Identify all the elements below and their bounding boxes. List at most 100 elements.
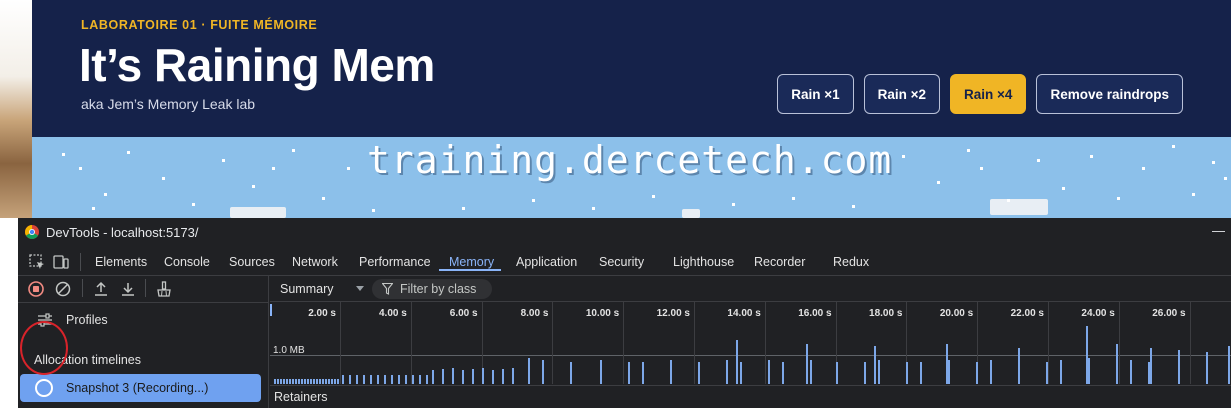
tab-redux[interactable]: Redux: [833, 255, 869, 269]
allocation-bar: [304, 379, 306, 384]
allocation-bar: [528, 358, 530, 384]
allocation-bar: [391, 375, 393, 384]
upload-icon[interactable]: [92, 280, 110, 298]
tab-application[interactable]: Application: [516, 255, 577, 269]
raindrop: [104, 193, 107, 196]
raindrop: [1142, 167, 1145, 170]
allocation-bar: [736, 340, 738, 384]
record-stop-icon[interactable]: [27, 280, 45, 298]
allocation-bar: [289, 379, 291, 384]
raindrop: [1037, 159, 1040, 162]
raindrop: [272, 167, 275, 170]
raindrop: [1117, 197, 1120, 200]
watermark-text: training.dercetech.com: [367, 138, 893, 182]
profiles-sidebar: Profiles Allocation timelines Snapshot 3…: [18, 275, 269, 408]
app-header: LABORATOIRE 01 · FUITE MÉMOIRE It’s Rain…: [32, 0, 1231, 137]
allocation-bar: [990, 360, 992, 384]
timeline-tick-label: 10.00 s: [585, 308, 620, 319]
allocation-bar: [419, 375, 421, 384]
tab-performance[interactable]: Performance: [359, 255, 431, 269]
raindrop: [980, 167, 983, 170]
allocation-bar: [370, 375, 372, 384]
allocation-bar: [920, 362, 922, 384]
selection-marker[interactable]: [270, 304, 272, 316]
tab-sources[interactable]: Sources: [229, 255, 275, 269]
tab-security[interactable]: Security: [599, 255, 644, 269]
chevron-down-icon[interactable]: [356, 286, 364, 291]
allocation-bar: [836, 362, 838, 384]
allocation-bar: [334, 379, 336, 384]
tab-recorder[interactable]: Recorder: [754, 255, 805, 269]
tab-network[interactable]: Network: [292, 255, 338, 269]
allocation-bar: [976, 362, 978, 384]
timeline-tick: [1048, 302, 1049, 384]
device-toolbar-icon[interactable]: [52, 253, 70, 271]
raindrop: [222, 159, 225, 162]
allocation-bar: [412, 375, 414, 384]
timeline-tick-label: 20.00 s: [939, 308, 974, 319]
cloud: [990, 199, 1048, 215]
allocation-bar: [570, 362, 572, 384]
allocation-bar: [1086, 326, 1088, 384]
raindrop: [162, 177, 165, 180]
rain-x4-button[interactable]: Rain ×4: [950, 74, 1027, 114]
raindrop: [192, 203, 195, 206]
lab-kicker: LABORATOIRE 01 · FUITE MÉMOIRE: [81, 18, 318, 32]
filter-icon: [382, 283, 393, 295]
allocation-bar: [301, 379, 303, 384]
page-title: It’s Raining Mem: [79, 39, 435, 91]
raindrop: [852, 205, 855, 208]
allocation-bar: [628, 362, 630, 384]
remove-raindrops-button[interactable]: Remove raindrops: [1036, 74, 1183, 114]
allocation-bar: [726, 360, 728, 384]
allocation-bar: [292, 379, 294, 384]
garbage-collect-icon[interactable]: [155, 280, 173, 298]
filter-input[interactable]: Filter by class: [372, 279, 492, 299]
raindrop: [62, 153, 65, 156]
allocation-bar: [319, 379, 321, 384]
profiles-heading: Profiles: [66, 313, 108, 327]
tab-lighthouse[interactable]: Lighthouse: [673, 255, 734, 269]
devtools-window: DevTools - localhost:5173/ — Elements Co…: [18, 218, 1231, 408]
allocation-bar: [810, 360, 812, 384]
view-select[interactable]: Summary: [280, 282, 370, 300]
allocation-bar: [492, 370, 494, 384]
allocation-bar: [307, 379, 309, 384]
allocation-bar: [698, 362, 700, 384]
allocation-bar: [462, 370, 464, 384]
allocation-bar: [1088, 358, 1090, 384]
active-tab-indicator: [439, 269, 501, 271]
allocation-bar: [740, 362, 742, 384]
page-subtitle: aka Jem’s Memory Leak lab: [81, 96, 256, 112]
tab-elements[interactable]: Elements: [95, 255, 147, 269]
minimize-icon[interactable]: —: [1212, 223, 1225, 238]
allocation-bar: [1150, 348, 1152, 384]
snapshot-3-item[interactable]: Snapshot 3 (Recording...): [20, 374, 261, 402]
recording-spinner-icon: [35, 379, 53, 397]
raindrop: [1192, 193, 1195, 196]
allocation-bar: [1228, 346, 1230, 384]
raindrop: [532, 199, 535, 202]
allocation-bar: [405, 375, 407, 384]
allocation-timeline[interactable]: 1.0 MB 2.00 s 4.00 s 6.00 s 8.00 s 10.00 s 12…: [270, 302, 1231, 384]
allocation-bar: [356, 375, 358, 384]
raindrop: [79, 167, 82, 170]
timeline-tick-label: 2.00 s: [308, 308, 336, 319]
allocation-bar: [1178, 350, 1180, 384]
rain-x1-button[interactable]: Rain ×1: [777, 74, 854, 114]
inspect-element-icon[interactable]: [28, 253, 46, 271]
allocation-bar: [274, 379, 276, 384]
allocation-bar: [331, 379, 333, 384]
clear-icon[interactable]: [54, 280, 72, 298]
annotation-circle: [20, 321, 68, 375]
allocation-bar: [1018, 348, 1020, 384]
tab-memory[interactable]: Memory: [449, 255, 494, 269]
allocation-bar: [277, 379, 279, 384]
rain-x2-button[interactable]: Rain ×2: [863, 74, 941, 114]
download-icon[interactable]: [119, 280, 137, 298]
allocation-bar: [337, 379, 339, 384]
tab-console[interactable]: Console: [164, 255, 210, 269]
timeline-tick: [340, 302, 341, 384]
raindrop: [252, 185, 255, 188]
allocation-bar: [363, 375, 365, 384]
